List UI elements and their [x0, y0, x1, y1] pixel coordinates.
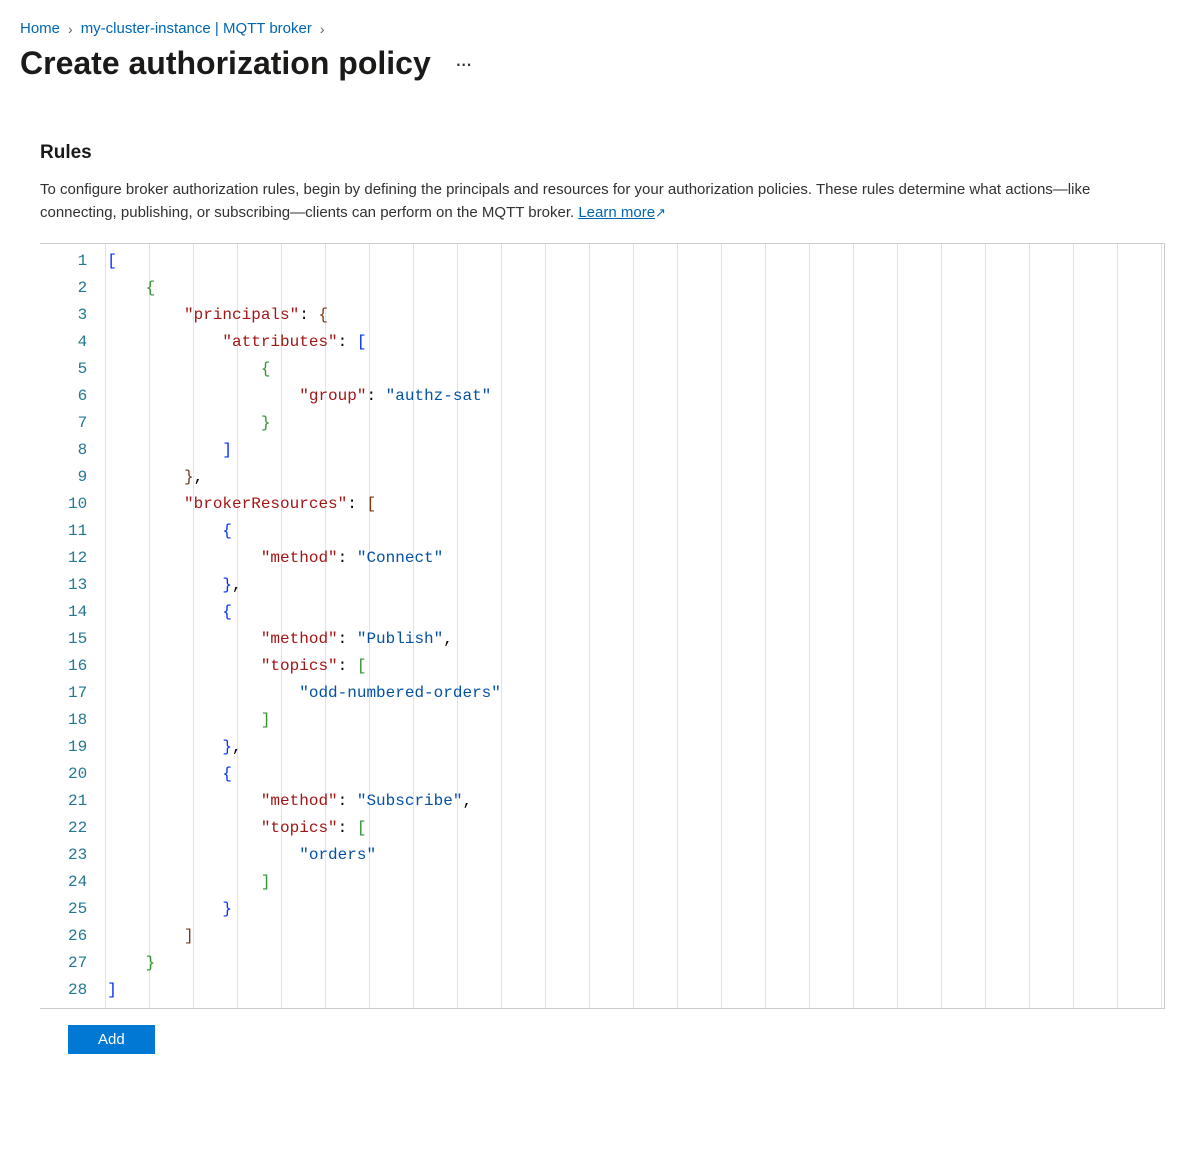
line-number: 24 [68, 869, 87, 896]
line-number: 3 [68, 302, 87, 329]
more-icon[interactable]: ··· [455, 51, 471, 77]
line-number: 16 [68, 653, 87, 680]
code-line[interactable]: "topics": [ [105, 653, 1164, 680]
code-line[interactable]: } [105, 410, 1164, 437]
line-number: 18 [68, 707, 87, 734]
code-line[interactable]: ] [105, 977, 1164, 1004]
code-line[interactable]: "odd-numbered-orders" [105, 680, 1164, 707]
code-line[interactable]: ] [105, 869, 1164, 896]
code-line[interactable]: "brokerResources": [ [105, 491, 1164, 518]
code-line[interactable]: [ [105, 248, 1164, 275]
code-line[interactable]: "method": "Publish", [105, 626, 1164, 653]
code-editor[interactable]: 1234567891011121314151617181920212223242… [40, 243, 1165, 1009]
line-number: 21 [68, 788, 87, 815]
code-line[interactable]: } [105, 896, 1164, 923]
code-line[interactable]: }, [105, 734, 1164, 761]
code-line[interactable]: "orders" [105, 842, 1164, 869]
line-number: 23 [68, 842, 87, 869]
chevron-right-icon: › [320, 21, 325, 37]
code-line[interactable]: "method": "Connect" [105, 545, 1164, 572]
page-title: Create authorization policy [20, 45, 431, 82]
chevron-right-icon: › [68, 21, 73, 37]
line-number: 7 [68, 410, 87, 437]
learn-more-text: Learn more [578, 204, 655, 221]
line-number: 20 [68, 761, 87, 788]
rules-description-text: To configure broker authorization rules,… [40, 181, 1090, 221]
line-number: 28 [68, 977, 87, 1004]
line-number: 10 [68, 491, 87, 518]
code-line[interactable]: "topics": [ [105, 815, 1164, 842]
breadcrumb: Home › my-cluster-instance | MQTT broker… [20, 20, 1165, 37]
code-line[interactable]: }, [105, 464, 1164, 491]
content-area: Rules To configure broker authorization … [20, 142, 1165, 1054]
breadcrumb-home[interactable]: Home [20, 20, 60, 37]
code-line[interactable]: ] [105, 923, 1164, 950]
line-number: 19 [68, 734, 87, 761]
code-line[interactable]: }, [105, 572, 1164, 599]
code-line[interactable]: } [105, 950, 1164, 977]
line-number: 26 [68, 923, 87, 950]
line-number: 14 [68, 599, 87, 626]
line-number: 2 [68, 275, 87, 302]
learn-more-link[interactable]: Learn more↗ [578, 204, 666, 221]
line-number: 12 [68, 545, 87, 572]
button-row: Add [40, 1025, 1165, 1054]
code-content[interactable]: [ { "principals": { "attributes": [ { "g… [105, 244, 1164, 1008]
code-line[interactable]: { [105, 275, 1164, 302]
line-number: 9 [68, 464, 87, 491]
code-line[interactable]: "group": "authz-sat" [105, 383, 1164, 410]
line-number: 13 [68, 572, 87, 599]
code-line[interactable]: { [105, 356, 1164, 383]
code-line[interactable]: { [105, 518, 1164, 545]
line-number: 15 [68, 626, 87, 653]
rules-description: To configure broker authorization rules,… [40, 178, 1165, 225]
line-number: 6 [68, 383, 87, 410]
line-number: 11 [68, 518, 87, 545]
code-line[interactable]: { [105, 761, 1164, 788]
line-number: 1 [68, 248, 87, 275]
line-number: 25 [68, 896, 87, 923]
code-line[interactable]: "attributes": [ [105, 329, 1164, 356]
code-line[interactable]: ] [105, 707, 1164, 734]
code-line[interactable]: { [105, 599, 1164, 626]
line-number: 8 [68, 437, 87, 464]
code-line[interactable]: ] [105, 437, 1164, 464]
code-line[interactable]: "principals": { [105, 302, 1164, 329]
line-number: 22 [68, 815, 87, 842]
line-number: 5 [68, 356, 87, 383]
rules-heading: Rules [40, 142, 1165, 164]
add-button[interactable]: Add [68, 1025, 155, 1054]
external-link-icon: ↗ [655, 203, 666, 223]
title-row: Create authorization policy ··· [20, 45, 1165, 82]
line-number: 27 [68, 950, 87, 977]
code-line[interactable]: "method": "Subscribe", [105, 788, 1164, 815]
line-number: 17 [68, 680, 87, 707]
line-number: 4 [68, 329, 87, 356]
breadcrumb-cluster[interactable]: my-cluster-instance | MQTT broker [81, 20, 312, 37]
line-gutter: 1234567891011121314151617181920212223242… [40, 244, 105, 1008]
